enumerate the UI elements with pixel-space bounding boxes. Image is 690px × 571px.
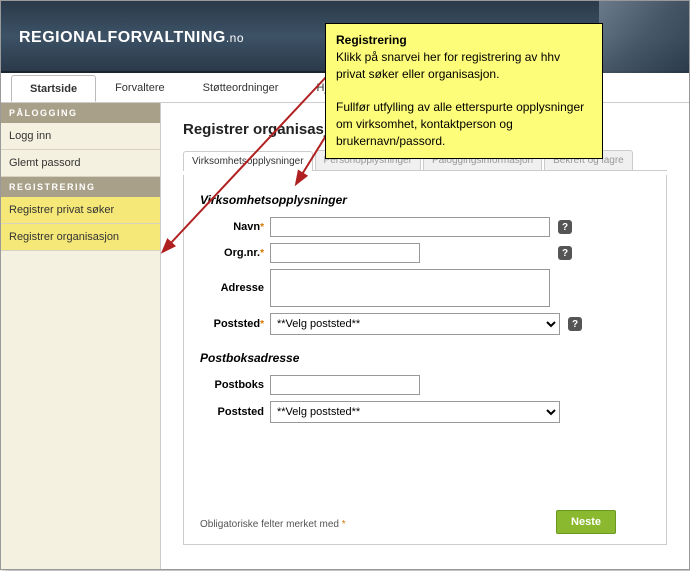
help-icon[interactable]: ? <box>558 220 572 234</box>
callout-text-2: Fullfør utfylling av alle etterspurte op… <box>336 99 592 149</box>
header-graphic <box>599 1 689 73</box>
label-adresse: Adresse <box>200 282 270 294</box>
input-orgnr[interactable] <box>270 243 420 263</box>
label-poststed: Poststed* <box>200 318 270 330</box>
section-title-virksomhet: Virksomhetsopplysninger <box>200 193 650 207</box>
body: PÅLOGGING Logg inn Glemt passord REGISTR… <box>1 103 689 569</box>
sidebar: PÅLOGGING Logg inn Glemt passord REGISTR… <box>1 103 161 569</box>
sidebar-section-registrering: REGISTRERING <box>1 177 160 197</box>
input-navn[interactable] <box>270 217 550 237</box>
help-icon[interactable]: ? <box>568 317 582 331</box>
label-postboks: Postboks <box>200 379 270 391</box>
nav-tab-stotteordninger[interactable]: Støtteordninger <box>184 73 298 102</box>
select-poststed2[interactable]: **Velg poststed** <box>270 401 560 423</box>
select-poststed[interactable]: **Velg poststed** <box>270 313 560 335</box>
input-postboks[interactable] <box>270 375 420 395</box>
sidebar-item-logg-inn[interactable]: Logg inn <box>1 123 160 150</box>
nav-tab-forvaltere[interactable]: Forvaltere <box>96 73 184 102</box>
sidebar-item-registrer-privat[interactable]: Registrer privat søker <box>1 197 160 224</box>
section-title-postboks: Postboksadresse <box>200 351 650 365</box>
label-poststed2: Poststed <box>200 406 270 418</box>
help-icon[interactable]: ? <box>558 246 572 260</box>
nav-tab-startside[interactable]: Startside <box>11 75 96 102</box>
main-content: Registrer organisasjon Virksomhetsopplys… <box>161 103 689 569</box>
label-orgnr: Org.nr.* <box>200 247 270 259</box>
form-panel: Virksomhetsopplysninger Navn* ? Org.nr.*… <box>183 175 667 545</box>
label-navn: Navn* <box>200 221 270 233</box>
input-adresse[interactable] <box>270 269 550 307</box>
required-note: Obligatoriske felter merket med * <box>200 519 346 530</box>
sidebar-section-palogging: PÅLOGGING <box>1 103 160 123</box>
callout-text-1: Klikk på snarvei her for registrering av… <box>336 49 592 83</box>
app-window: REGIONALFORVALTNING.no Startside Forvalt… <box>0 0 690 570</box>
next-button[interactable]: Neste <box>556 510 616 534</box>
help-callout: Registrering Klikk på snarvei her for re… <box>325 23 603 159</box>
sidebar-item-glemt-passord[interactable]: Glemt passord <box>1 150 160 177</box>
form-tab-virksomhet[interactable]: Virksomhetsopplysninger <box>183 151 313 171</box>
callout-title: Registrering <box>336 32 592 49</box>
sidebar-item-registrer-organisasjon[interactable]: Registrer organisasjon <box>1 224 160 251</box>
